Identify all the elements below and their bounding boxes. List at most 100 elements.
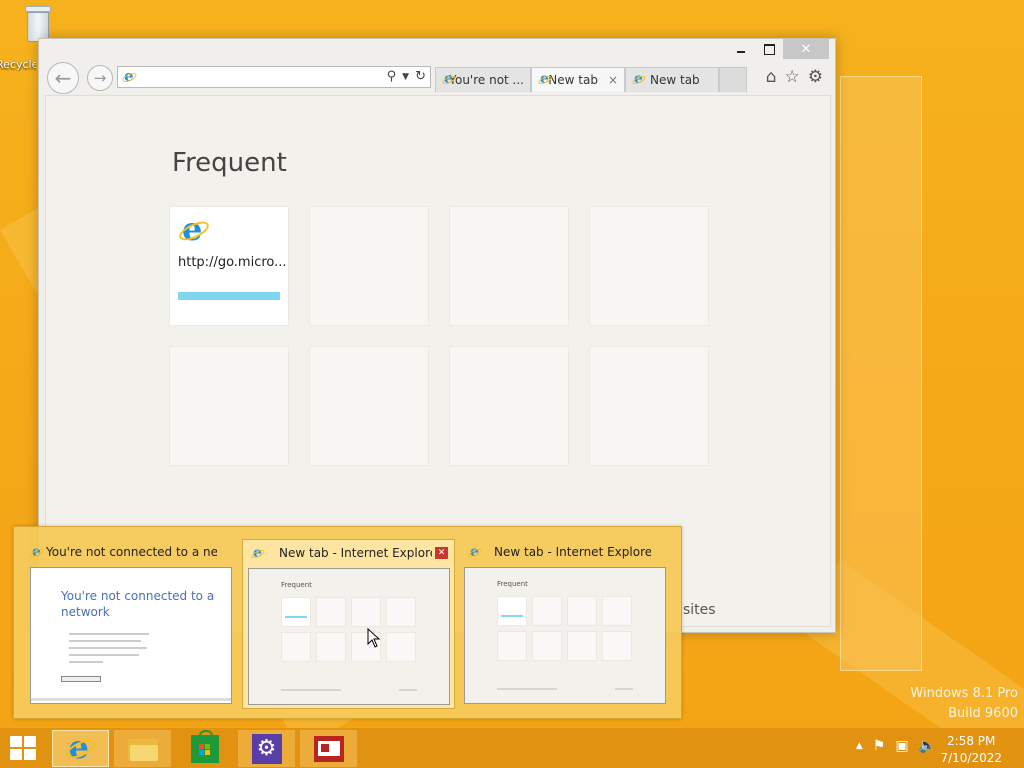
dropdown-icon[interactable]: ▼ [402,72,409,84]
frequent-tile[interactable] [589,346,709,466]
preview-heading: Frequent [281,581,312,589]
search-icon[interactable]: ⚲ [387,69,397,84]
recycle-bin-label: Recycle Bin [0,58,36,71]
refresh-icon[interactable]: ↻ [415,69,426,84]
taskbar-settings[interactable]: ⚙ [238,730,295,767]
preview-text-line [69,661,103,663]
maximize-button[interactable] [755,39,783,59]
tab-strip: e You're not ... e New tab × e New tab [435,67,747,92]
ie-icon: e [29,545,45,560]
thumbnail-title: You're not connected to a netw... [46,545,217,559]
clock-time: 2:58 PM [947,734,996,748]
windows-watermark: Windows 8.1 Pro Build 9600 [910,684,1018,724]
minimize-button[interactable] [727,39,755,59]
frequent-tile[interactable] [449,206,569,326]
address-bar[interactable]: e ⚲ ▼ ↻ [117,66,431,88]
preview-tile [351,597,381,627]
frequent-heading: Frequent [172,148,287,178]
preview-footer-line [497,688,557,690]
thumbnail-new-tab-hovered[interactable]: e New tab - Internet Explorer ✕ Frequent [242,539,455,709]
frequent-tile[interactable] [449,346,569,466]
taskbar-file-explorer[interactable] [114,730,171,767]
thumbnail-preview: Frequent [248,568,450,705]
thumbnail-close-button[interactable]: ✕ [435,547,448,559]
ie-icon: e [537,72,553,87]
thumbnail-new-tab[interactable]: e New tab - Internet Explorer Frequent [460,539,673,709]
preview-tile [386,632,416,662]
arrow-left-icon: ← [54,66,72,90]
favorites-star-icon[interactable]: ☆ [785,67,800,87]
ie-icon: e [250,546,266,561]
taskbar-store[interactable] [176,729,233,767]
preview-footer-line [399,689,417,691]
thumbnail-not-connected[interactable]: e You're not connected to a netw... You'… [26,539,239,709]
preview-tile [567,631,597,661]
preview-footer-line [615,688,633,690]
preview-heading: Frequent [497,580,528,588]
frequent-tile[interactable] [309,346,429,466]
arrow-right-icon: → [93,69,107,87]
thumbnail-preview: You're not connected to a network [30,567,232,704]
preview-tile [386,597,416,627]
clock[interactable]: 2:58 PM 7/10/2022 [940,733,1002,767]
preview-footer-line [281,689,341,691]
frequent-tile[interactable] [309,206,429,326]
preview-tile [316,597,346,627]
ie-icon: e [121,69,138,85]
background-window [840,76,922,671]
clock-date: 7/10/2022 [940,750,1002,765]
network-icon[interactable]: ▣ [895,738,908,754]
back-button[interactable]: ← [47,62,79,94]
start-button[interactable] [10,736,36,760]
preview-tile [497,596,527,626]
tools-gear-icon[interactable]: ⚙ [808,67,823,87]
preview-tile [602,631,632,661]
watermark-edition: Windows 8.1 Pro [910,686,1018,701]
file-explorer-icon [127,737,158,761]
forward-button[interactable]: → [87,65,113,91]
taskbar: e ⚙ ▲ ⚑ ▣ 🔈 2:58 PM 7/10/2022 [0,728,1024,768]
discover-sites-link[interactable]: sites [683,602,716,618]
tile-usage-bar [178,292,280,300]
preview-heading: You're not connected to a network [61,589,215,620]
tab-new-tab-active[interactable]: e New tab × [531,67,625,92]
watermark-build: Build 9600 [948,706,1018,722]
preview-tile [316,632,346,662]
home-icon[interactable]: ⌂ [766,67,777,87]
preview-tile [532,596,562,626]
chevron-up-icon[interactable]: ▲ [856,741,863,751]
command-icons: ⌂ ☆ ⚙ [766,67,823,87]
close-button[interactable]: ✕ [783,39,829,59]
ie-icon: e [467,545,483,560]
windows-logo-icon [10,736,36,760]
taskbar-news[interactable] [300,730,357,767]
frequent-tile[interactable] [589,206,709,326]
ie-icon: e [63,731,98,765]
mouse-cursor-icon [367,628,381,648]
preview-tile [281,632,311,662]
speaker-muted-icon[interactable]: 🔈 [919,738,936,754]
tab-label: New tab [650,73,700,87]
preview-tile [281,597,311,627]
tab-close-icon[interactable]: × [608,73,618,87]
store-icon [190,729,219,763]
taskbar-thumbnail-popup: e You're not connected to a netw... You'… [13,526,682,719]
system-tray: ▲ ⚑ ▣ 🔈 [856,738,936,754]
address-input[interactable] [142,69,372,85]
address-tools: ⚲ ▼ ↻ [387,69,426,84]
tab-new-tab[interactable]: e New tab [625,67,719,92]
preview-text-line [69,640,141,642]
preview-tile [497,631,527,661]
ie-icon: e [441,72,457,87]
settings-icon: ⚙ [251,733,282,764]
preview-button [61,676,101,682]
tab-not-connected[interactable]: e You're not ... [435,67,531,92]
window-controls: ✕ [727,39,829,59]
frequent-tile[interactable] [169,346,289,466]
flag-icon[interactable]: ⚑ [873,738,886,754]
frequent-tile[interactable]: e http://go.micro... [169,206,289,326]
new-tab-button[interactable] [719,67,747,92]
tab-label: New tab [548,73,598,87]
taskbar-internet-explorer[interactable]: e [52,730,109,767]
ie-icon: e [631,72,647,87]
